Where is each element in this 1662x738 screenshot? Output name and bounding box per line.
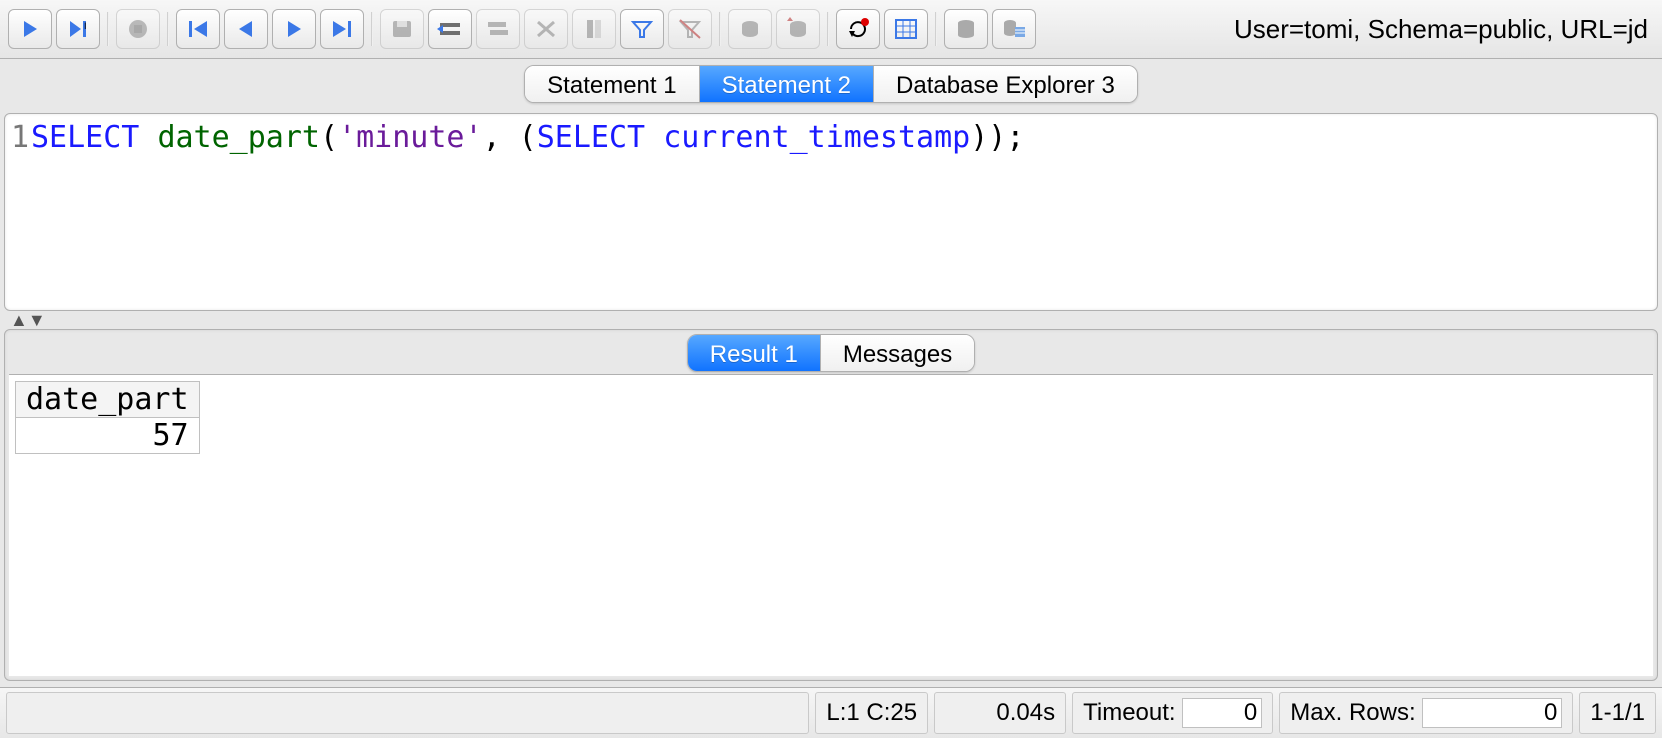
timeout-input[interactable] xyxy=(1182,698,1262,728)
sql-editor[interactable]: 1 SELECT date_part('minute', (SELECT cur… xyxy=(4,113,1658,311)
connection-info: User=tomi, Schema=public, URL=jd xyxy=(1234,14,1656,45)
rollback-icon xyxy=(776,9,820,49)
first-record-icon[interactable] xyxy=(176,9,220,49)
last-record-icon[interactable] xyxy=(320,9,364,49)
tab-statement-2[interactable]: Statement 2 xyxy=(700,66,874,102)
maxrows-input[interactable] xyxy=(1422,698,1562,728)
timeout-label: Timeout: xyxy=(1083,699,1175,727)
timeout-cell: Timeout: xyxy=(1072,692,1273,734)
filter-icon[interactable] xyxy=(620,9,664,49)
sql-code[interactable]: SELECT date_part('minute', (SELECT curre… xyxy=(31,114,1024,310)
main-tabs: Statement 1Statement 2Database Explorer … xyxy=(524,65,1138,103)
tab-result-1[interactable]: Result 1 xyxy=(688,335,821,371)
db-schema-icon[interactable] xyxy=(992,9,1036,49)
insert-row-icon[interactable] xyxy=(428,9,472,49)
elapsed-time: 0.04s xyxy=(934,692,1066,734)
tab-messages[interactable]: Messages xyxy=(821,335,974,371)
delete-row-icon xyxy=(524,9,568,49)
table-row[interactable]: 57 xyxy=(16,418,200,454)
table-cell[interactable]: 57 xyxy=(16,418,200,454)
tab-database-explorer-3[interactable]: Database Explorer 3 xyxy=(874,66,1137,102)
result-tab-row: Result 1Messages xyxy=(5,330,1657,374)
save-icon xyxy=(380,9,424,49)
tab-statement-1[interactable]: Statement 1 xyxy=(525,66,699,102)
result-table[interactable]: date_part57 xyxy=(15,381,200,454)
run-cursor-icon[interactable]: I xyxy=(56,9,100,49)
result-body: date_part57 xyxy=(9,374,1653,676)
row-range: 1-1/1 xyxy=(1579,692,1656,734)
column-header[interactable]: date_part xyxy=(16,382,200,418)
main-tab-row: Statement 1Statement 2Database Explorer … xyxy=(4,59,1658,109)
prev-record-icon[interactable] xyxy=(224,9,268,49)
svg-text:I: I xyxy=(84,21,87,31)
stop-icon xyxy=(116,9,160,49)
work-area: Statement 1Statement 2Database Explorer … xyxy=(0,59,1662,687)
maxrows-label: Max. Rows: xyxy=(1290,699,1415,727)
result-tabs: Result 1Messages xyxy=(687,334,975,372)
commit-icon xyxy=(728,9,772,49)
cursor-position: L:1 C:25 xyxy=(815,692,928,734)
edit-column-icon xyxy=(572,9,616,49)
grid-icon[interactable] xyxy=(884,9,928,49)
status-bar: L:1 C:25 0.04s Timeout: Max. Rows: 1-1/1 xyxy=(0,687,1662,738)
toolbar: I User=tomi, Schema=public, URL=jd xyxy=(0,0,1662,59)
splitter-handle[interactable]: ▲▼ xyxy=(4,311,1658,329)
duplicate-row-icon xyxy=(476,9,520,49)
maxrows-cell: Max. Rows: xyxy=(1279,692,1573,734)
status-spacer xyxy=(6,692,809,734)
reconnect-icon[interactable] xyxy=(836,9,880,49)
run-icon[interactable] xyxy=(8,9,52,49)
next-record-icon[interactable] xyxy=(272,9,316,49)
filter-clear-icon xyxy=(668,9,712,49)
editor-gutter: 1 xyxy=(5,114,31,310)
result-panel: Result 1Messages date_part57 xyxy=(4,329,1658,681)
db-explorer-icon[interactable] xyxy=(944,9,988,49)
